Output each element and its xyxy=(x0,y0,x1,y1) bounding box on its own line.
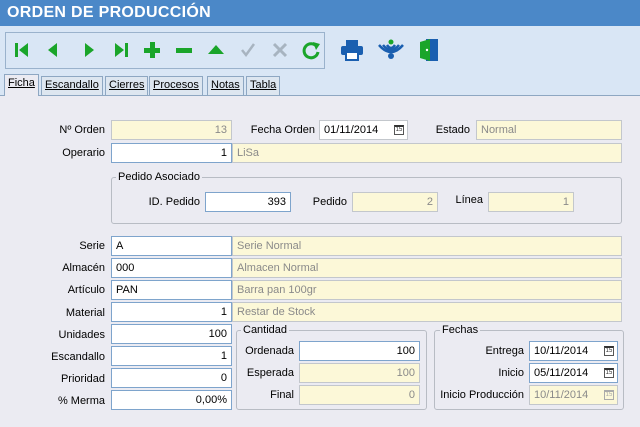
esperada-field[interactable]: 100 xyxy=(299,363,420,383)
tab-notas[interactable]: Notas xyxy=(207,76,244,95)
prioridad-field[interactable]: 0 xyxy=(111,368,232,388)
next-record-icon[interactable] xyxy=(78,39,100,61)
fechas-label: Fechas xyxy=(440,324,481,336)
material-label: Material xyxy=(65,307,105,319)
id-pedido-label: ID. Pedido xyxy=(148,196,200,208)
entrega-label: Entrega xyxy=(485,345,524,357)
previous-record-icon[interactable] xyxy=(42,39,64,61)
tab-escandallo[interactable]: Escandallo xyxy=(41,76,103,95)
tab-ficha[interactable]: Ficha xyxy=(4,74,39,96)
escandallo-field[interactable]: 1 xyxy=(111,346,232,366)
last-record-icon[interactable] xyxy=(110,39,132,61)
estado-field[interactable]: Normal xyxy=(476,120,622,140)
first-record-icon[interactable] xyxy=(11,39,33,61)
ordenada-field[interactable]: 100 xyxy=(299,341,420,361)
operario-field[interactable]: 1 xyxy=(111,143,232,163)
fecha-orden-value: 01/11/2014 xyxy=(324,124,379,136)
merma-label: % Merma xyxy=(57,395,105,407)
tab-procesos[interactable]: Procesos xyxy=(149,76,203,95)
inicio-label: Inicio xyxy=(498,367,524,379)
refresh-icon[interactable] xyxy=(300,39,322,61)
up-icon[interactable] xyxy=(205,39,227,61)
fecha-orden-field[interactable]: 01/11/2014 15 xyxy=(319,120,408,140)
print-icon[interactable] xyxy=(339,37,365,63)
tab-tabla[interactable]: Tabla xyxy=(246,76,281,95)
unidades-field[interactable]: 100 xyxy=(111,324,232,344)
operario-name-field[interactable]: LiSa xyxy=(232,143,622,163)
id-pedido-field[interactable]: 393 xyxy=(205,192,291,212)
calendar-icon[interactable]: 15 xyxy=(604,346,614,356)
entrega-value: 10/11/2014 xyxy=(534,345,589,357)
calendar-icon[interactable]: 15 xyxy=(604,368,614,378)
num-orden-label: Nº Orden xyxy=(59,124,105,136)
esperada-label: Esperada xyxy=(246,367,294,379)
material-desc-field[interactable]: Restar de Stock xyxy=(232,302,622,322)
calendar-icon: 15 xyxy=(604,390,614,400)
window-title: ORDEN DE PRODUCCIÓN xyxy=(7,4,211,21)
serie-field[interactable]: A xyxy=(111,236,232,256)
serie-label: Serie xyxy=(79,240,105,252)
escandallo-label: Escandallo xyxy=(51,351,105,363)
fecha-orden-label: Fecha Orden xyxy=(250,124,315,136)
almacen-desc-field[interactable]: Almacen Normal xyxy=(232,258,622,278)
pedido-field[interactable]: 2 xyxy=(352,192,438,212)
tab-strip: Ficha Escandallo Cierres Procesos Notas … xyxy=(0,74,640,96)
tab-cierres[interactable]: Cierres xyxy=(105,76,149,95)
linea-field[interactable]: 1 xyxy=(488,192,574,212)
cancel-icon[interactable] xyxy=(269,39,291,61)
inicio-field[interactable]: 05/11/2014 15 xyxy=(529,363,618,383)
navigation-group xyxy=(5,32,325,69)
pedido-asociado-label: Pedido Asociado xyxy=(116,171,202,183)
articulo-field[interactable]: PAN xyxy=(111,280,232,300)
cantidad-label: Cantidad xyxy=(241,324,290,336)
toolbar xyxy=(0,26,640,74)
final-field[interactable]: 0 xyxy=(299,385,420,405)
inicio-produccion-value: 10/11/2014 xyxy=(534,389,589,401)
operario-label: Operario xyxy=(62,147,105,159)
accept-icon[interactable] xyxy=(237,39,259,61)
ordenada-label: Ordenada xyxy=(245,345,294,357)
title-bar: ORDEN DE PRODUCCIÓN xyxy=(0,0,640,26)
articulo-label: Artículo xyxy=(67,284,105,296)
inicio-produccion-field[interactable]: 10/11/2014 15 xyxy=(529,385,618,405)
inicio-produccion-label: Inicio Producción xyxy=(440,389,524,401)
pedido-label: Pedido xyxy=(312,196,347,208)
num-orden-field[interactable]: 13 xyxy=(111,120,232,140)
add-icon[interactable] xyxy=(141,39,163,61)
serie-desc-field[interactable]: Serie Normal xyxy=(232,236,622,256)
articulo-desc-field[interactable]: Barra pan 100gr xyxy=(232,280,622,300)
final-label: Final xyxy=(270,389,294,401)
almacen-field[interactable]: 000 xyxy=(111,258,232,278)
merma-field[interactable]: 0,00% xyxy=(111,390,232,410)
estado-label: Estado xyxy=(435,124,470,136)
almacen-label: Almacén xyxy=(62,262,105,274)
exit-door-icon[interactable] xyxy=(417,37,441,63)
prioridad-label: Prioridad xyxy=(60,373,105,385)
delete-icon[interactable] xyxy=(173,39,195,61)
entrega-field[interactable]: 10/11/2014 15 xyxy=(529,341,618,361)
wireless-icon[interactable] xyxy=(376,37,406,63)
unidades-label: Unidades xyxy=(58,329,105,341)
material-field[interactable]: 1 xyxy=(111,302,232,322)
inicio-value: 05/11/2014 xyxy=(534,367,589,379)
calendar-icon[interactable]: 15 xyxy=(394,125,404,135)
linea-label: Línea xyxy=(455,194,483,206)
